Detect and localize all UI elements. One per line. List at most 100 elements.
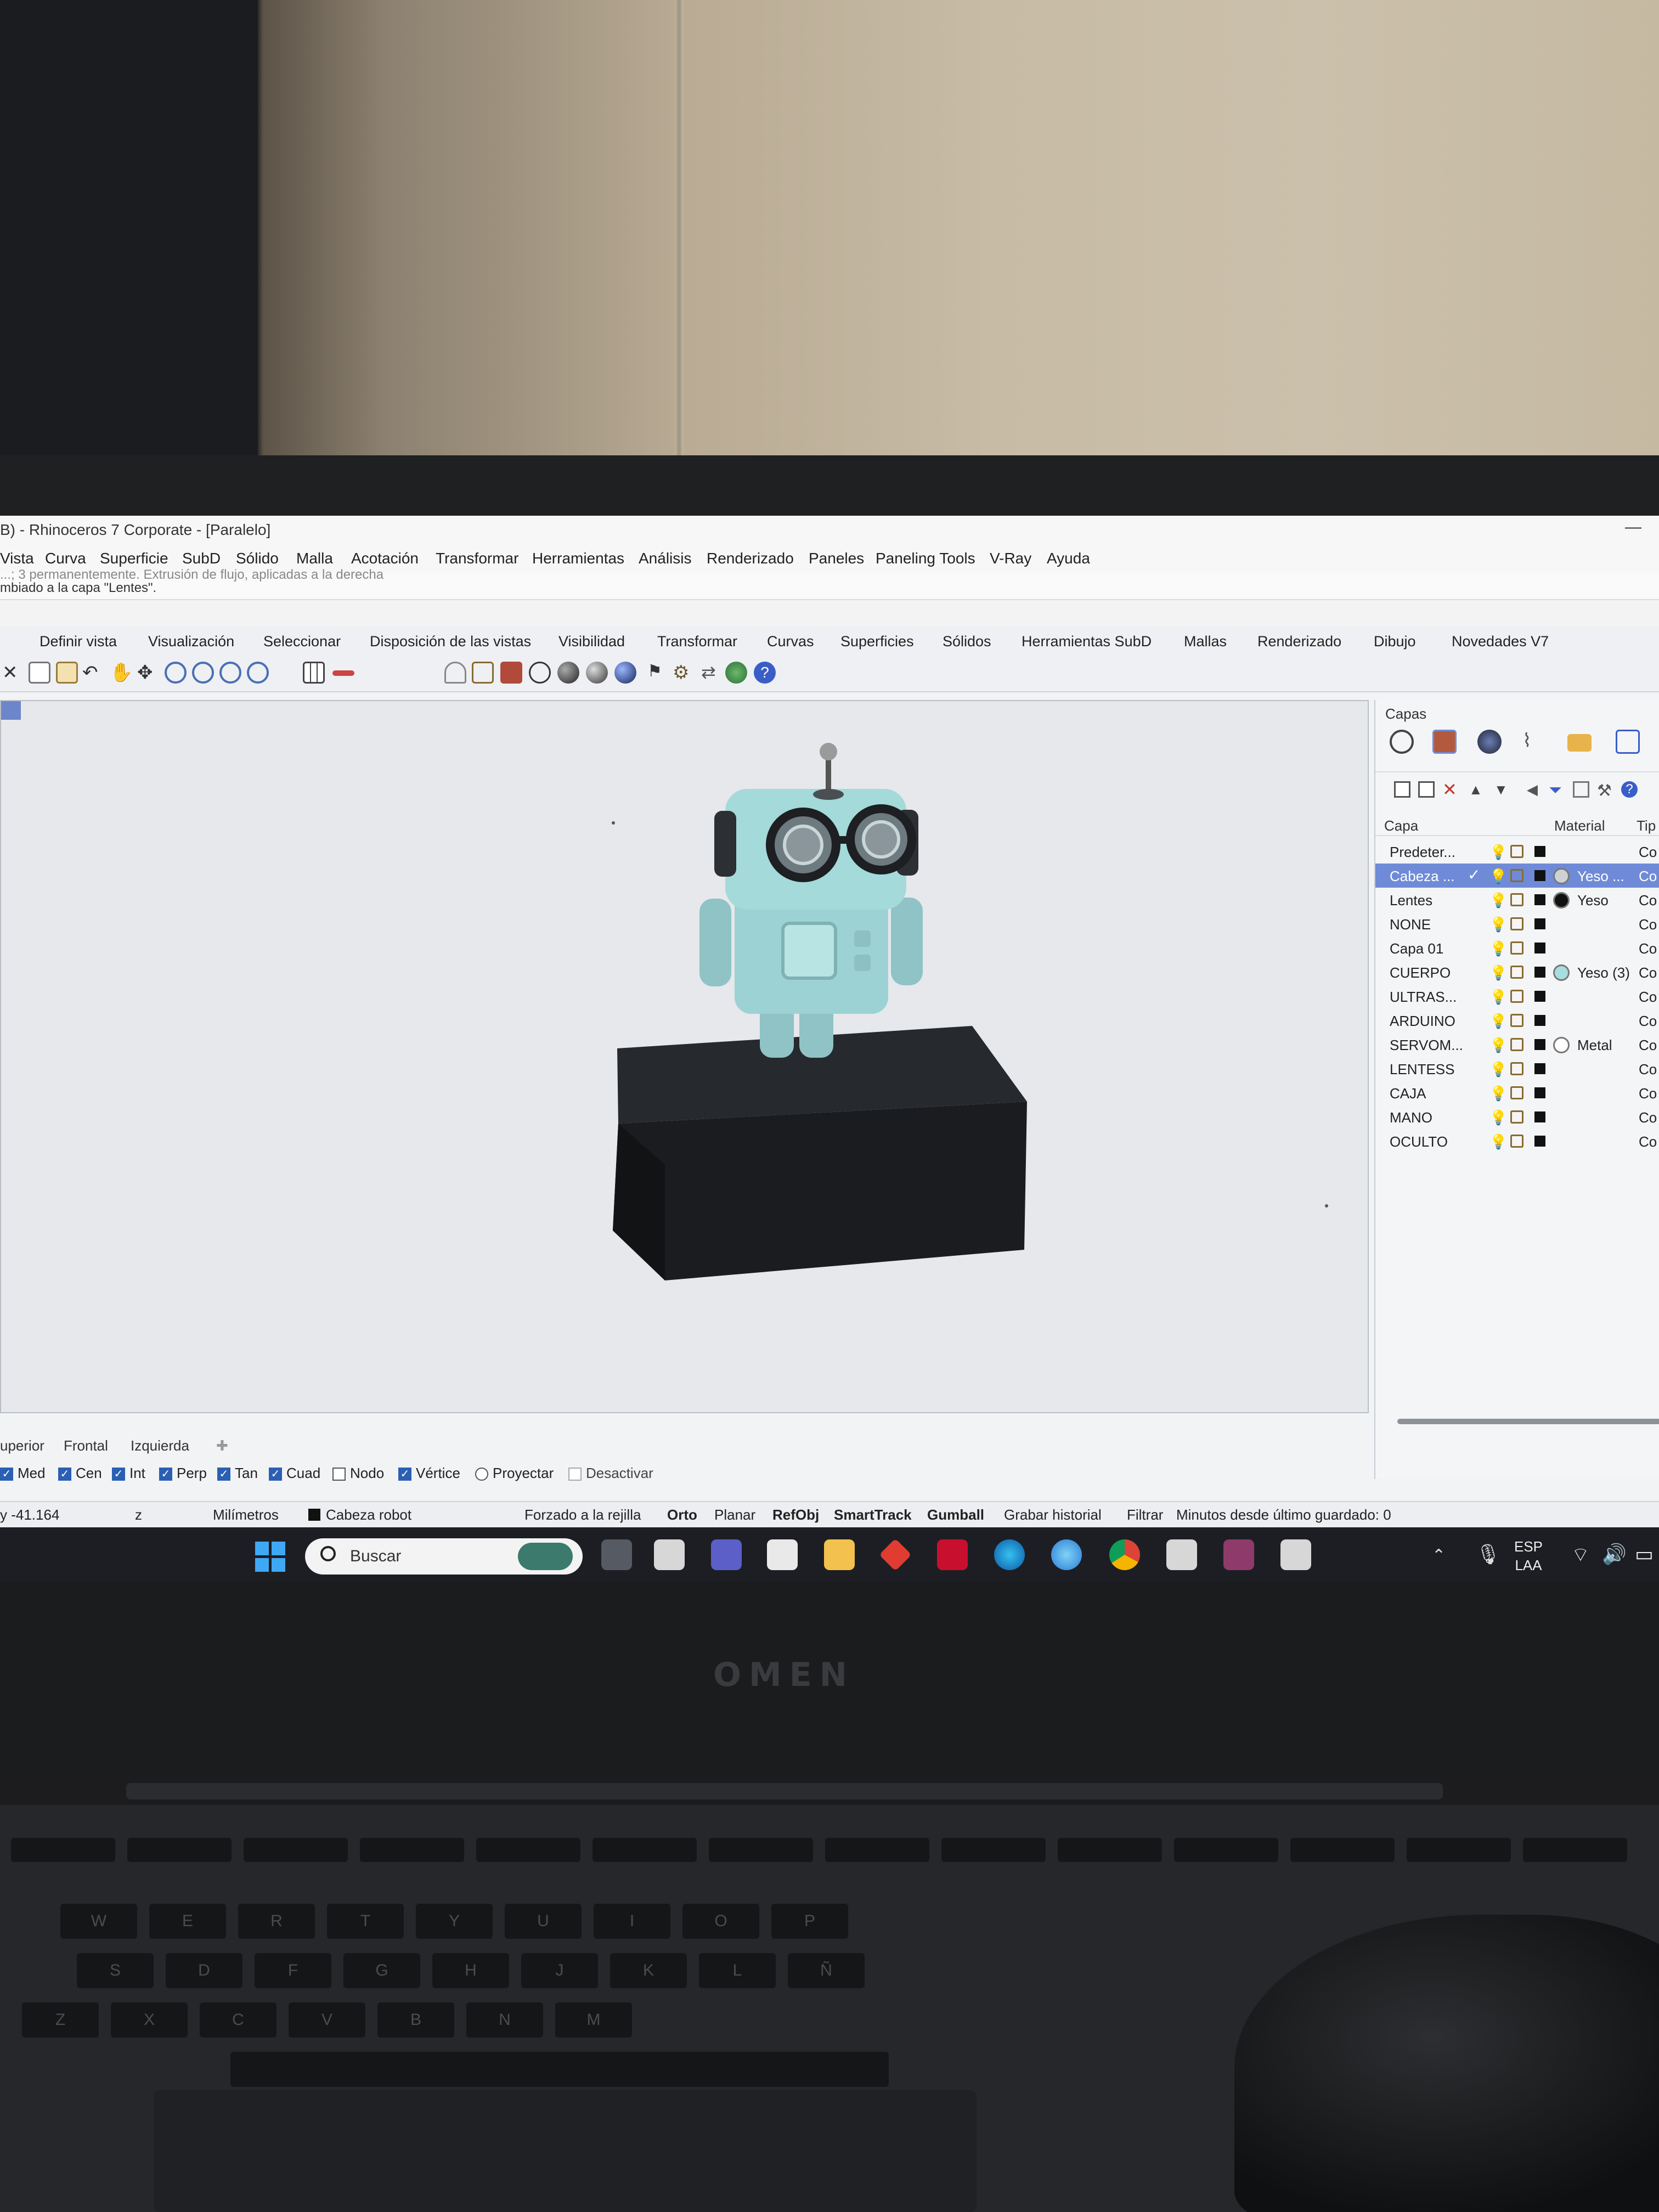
zoom-window-icon[interactable]: [192, 662, 214, 684]
filter-toggle[interactable]: Filtrar: [1127, 1506, 1163, 1523]
osnap-nodo[interactable]: Nodo: [332, 1465, 384, 1482]
menu-superficie[interactable]: Superficie: [100, 550, 168, 567]
taskbar-search[interactable]: Buscar: [305, 1538, 583, 1575]
visibility-bulb-icon[interactable]: 💡: [1489, 892, 1507, 909]
rhino-app-icon-3[interactable]: [1280, 1539, 1311, 1570]
tab-dibujo[interactable]: Dibujo: [1374, 633, 1416, 650]
lock-icon[interactable]: [1510, 1086, 1523, 1099]
osnap-cuad[interactable]: ✓ Cuad: [269, 1465, 320, 1482]
layer-linetype[interactable]: Co: [1639, 989, 1657, 1006]
layer-linetype[interactable]: Co: [1639, 868, 1657, 885]
mcafee-icon[interactable]: [937, 1539, 968, 1570]
layer-row[interactable]: NONE 💡 Co: [1375, 912, 1659, 936]
microphone-icon[interactable]: 🎙: [1476, 1543, 1501, 1566]
layer-row[interactable]: LENTESS 💡 Co: [1375, 1057, 1659, 1081]
osnap-vertice[interactable]: ✓ Vértice: [398, 1465, 460, 1482]
visibility-bulb-icon[interactable]: 💡: [1489, 916, 1507, 933]
viewport-perspective[interactable]: [0, 700, 1369, 1413]
layer-linetype[interactable]: Co: [1639, 1061, 1657, 1078]
filter-icon[interactable]: ⚑: [647, 662, 669, 684]
material-sphere-icon[interactable]: [1553, 964, 1570, 981]
layer-name[interactable]: Predeter...: [1390, 844, 1455, 861]
material-sphere-icon[interactable]: [1553, 1037, 1570, 1053]
material-sphere-icon[interactable]: [614, 662, 636, 684]
current-layer-check-icon[interactable]: ✓: [1468, 866, 1480, 884]
layer-color-swatch[interactable]: [1534, 943, 1545, 953]
visibility-bulb-icon[interactable]: 💡: [1489, 1133, 1507, 1150]
tab-seleccionar[interactable]: Seleccionar: [263, 633, 341, 650]
tab-definir-vista[interactable]: Definir vista: [40, 633, 117, 650]
osnap-perp[interactable]: ✓ Perp: [159, 1465, 207, 1482]
tab-visibilidad[interactable]: Visibilidad: [558, 633, 625, 650]
rhino-app-icon[interactable]: [654, 1539, 685, 1570]
layer-name[interactable]: LENTESS: [1390, 1061, 1455, 1078]
layer-name[interactable]: SERVOM...: [1390, 1037, 1463, 1054]
new-layer-icon[interactable]: [1394, 781, 1410, 798]
layer-row[interactable]: CUERPO 💡 Yeso (3) Co: [1375, 960, 1659, 984]
git-icon[interactable]: [879, 1538, 912, 1571]
layer-material[interactable]: Yeso (3): [1577, 964, 1630, 981]
osnap-med[interactable]: ✓ Med: [0, 1465, 46, 1482]
wireframe-sphere-icon[interactable]: [529, 662, 551, 684]
layer-material[interactable]: Yeso ...: [1577, 868, 1624, 885]
zoom-icon[interactable]: [165, 662, 187, 684]
menu-acotacion[interactable]: Acotación: [351, 550, 419, 567]
task-view-icon[interactable]: [601, 1539, 632, 1570]
layer-color-swatch[interactable]: [1534, 1111, 1545, 1122]
edge-beta-icon[interactable]: [1051, 1539, 1082, 1570]
osnap-int[interactable]: ✓ Int: [112, 1465, 145, 1482]
menu-renderizado[interactable]: Renderizado: [707, 550, 794, 567]
menu-curva[interactable]: Curva: [45, 550, 86, 567]
lock-icon[interactable]: [1510, 1014, 1523, 1027]
tab-renderizado[interactable]: Renderizado: [1257, 633, 1341, 650]
volume-icon[interactable]: 🔊: [1602, 1543, 1627, 1566]
delete-layer-icon[interactable]: ✕: [1442, 781, 1459, 798]
layer-linetype[interactable]: Co: [1639, 1085, 1657, 1102]
layer-name[interactable]: MANO: [1390, 1109, 1432, 1126]
osnap-toggle[interactable]: RefObj: [772, 1506, 819, 1523]
lock-icon[interactable]: [1510, 1135, 1523, 1148]
chrome-icon[interactable]: [1109, 1539, 1140, 1570]
lock-icon[interactable]: [1510, 845, 1523, 858]
lock-icon[interactable]: [1510, 893, 1523, 906]
tab-curvas[interactable]: Curvas: [767, 633, 814, 650]
smarttrack-toggle[interactable]: SmartTrack: [834, 1506, 912, 1523]
gumball-toggle[interactable]: Gumball: [927, 1506, 984, 1523]
visibility-bulb-icon[interactable]: 💡: [1489, 1109, 1507, 1126]
copy-icon[interactable]: [29, 662, 50, 684]
layer-linetype[interactable]: Co: [1639, 1109, 1657, 1126]
add-viewport-tab-icon[interactable]: ✚: [216, 1437, 228, 1454]
material-sphere-icon[interactable]: [1553, 868, 1570, 884]
store-icon[interactable]: [767, 1539, 798, 1570]
help-icon[interactable]: ?: [1621, 781, 1638, 798]
layer-linetype[interactable]: Co: [1639, 916, 1657, 933]
pan-icon[interactable]: ✋: [110, 662, 133, 684]
layer-linetype[interactable]: Co: [1639, 964, 1657, 981]
tray-overflow-icon[interactable]: ⌃: [1432, 1546, 1446, 1565]
layer-linetype[interactable]: Co: [1639, 1013, 1657, 1030]
layer-name[interactable]: CAJA: [1390, 1085, 1426, 1102]
layer-color-swatch[interactable]: [1534, 918, 1545, 929]
layer-name[interactable]: OCULTO: [1390, 1133, 1448, 1150]
tab-frontal[interactable]: Frontal: [64, 1437, 108, 1454]
layer-tool-icon[interactable]: [1573, 781, 1589, 798]
lock-icon[interactable]: [472, 662, 494, 684]
menu-paneles[interactable]: Paneles: [809, 550, 864, 567]
visibility-bulb-icon[interactable]: 💡: [1489, 868, 1507, 885]
wifi-icon[interactable]: ⌔: [1571, 1543, 1590, 1567]
menu-analisis[interactable]: Análisis: [639, 550, 691, 567]
rotate-view-icon[interactable]: ✥: [137, 662, 159, 684]
osnap-proyectar[interactable]: Proyectar: [475, 1465, 554, 1482]
minimize-button[interactable]: —: [1625, 518, 1641, 537]
settings-gear-icon[interactable]: ⚙: [673, 662, 695, 684]
layer-linetype[interactable]: Co: [1639, 892, 1657, 909]
layers-tab-icon[interactable]: [1432, 730, 1457, 754]
tab-superior[interactable]: uperior: [0, 1437, 44, 1454]
layer-linetype[interactable]: Co: [1639, 1133, 1657, 1150]
menu-malla[interactable]: Malla: [296, 550, 333, 567]
tab-novedades-v7[interactable]: Novedades V7: [1452, 633, 1549, 650]
hammer-icon[interactable]: ⚒: [1597, 781, 1613, 800]
lock-icon[interactable]: [1510, 966, 1523, 979]
osnap-cen[interactable]: ✓ Cen: [58, 1465, 102, 1482]
tab-izquierda[interactable]: Izquierda: [131, 1437, 189, 1454]
